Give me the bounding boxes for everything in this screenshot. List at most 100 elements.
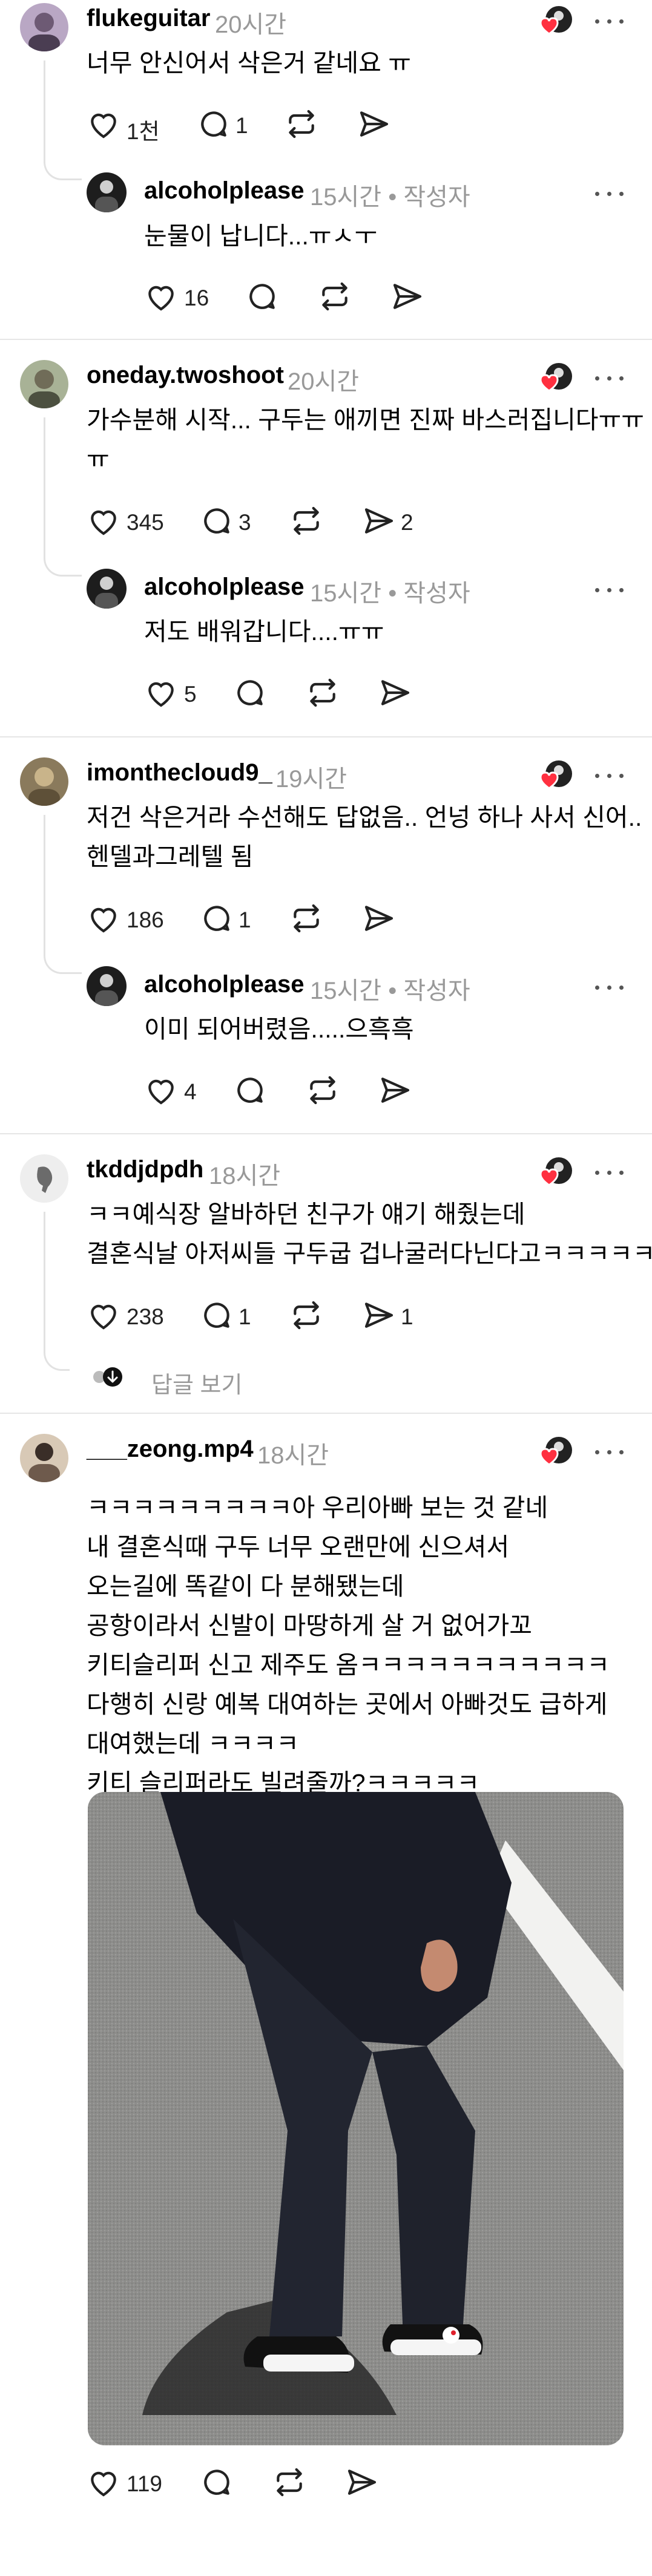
send-icon — [364, 1303, 394, 1328]
avatar[interactable] — [20, 757, 68, 806]
photo-image — [88, 1792, 624, 2445]
send-icon — [360, 111, 389, 137]
repost-button[interactable] — [289, 504, 326, 540]
divider — [0, 339, 652, 340]
reply-button[interactable]: 3 — [200, 504, 257, 540]
like-count: 16 — [184, 286, 209, 310]
repost-button[interactable] — [289, 1298, 326, 1335]
view-replies-label: 답글 보기 — [151, 1373, 243, 1398]
send-icon — [381, 1077, 410, 1103]
more-options-icon[interactable] — [592, 770, 628, 782]
username[interactable]: imonthecloud9_ — [87, 759, 272, 786]
reply-button[interactable] — [233, 1073, 269, 1110]
reply-button[interactable]: 1 — [197, 107, 251, 143]
avatar[interactable] — [20, 1434, 68, 1482]
more-options-icon[interactable] — [592, 372, 628, 384]
like-button[interactable]: 5 — [144, 676, 211, 712]
share-button[interactable] — [390, 280, 427, 316]
avatar[interactable] — [20, 3, 68, 51]
like-button[interactable]: 345 — [87, 504, 171, 540]
more-options-icon[interactable] — [592, 584, 628, 596]
avatar[interactable] — [20, 1154, 68, 1203]
more-options-icon[interactable] — [592, 1446, 628, 1458]
timestamp: 20시간 — [215, 11, 287, 38]
more-options-icon[interactable] — [592, 1166, 628, 1178]
reply-username[interactable]: alcoholplease — [144, 574, 305, 601]
reply-username[interactable]: alcoholplease — [144, 971, 305, 998]
send-icon — [364, 508, 394, 534]
like-button[interactable]: 186 — [87, 901, 171, 938]
reply-avatar[interactable] — [87, 966, 127, 1006]
author-liked-badge — [536, 1154, 576, 1190]
reply-avatar[interactable] — [87, 569, 127, 609]
repost-icon — [294, 1301, 319, 1330]
share-button[interactable] — [362, 901, 398, 938]
repost-button[interactable] — [272, 2465, 309, 2502]
username[interactable]: flukeguitar — [87, 5, 210, 32]
like-button[interactable]: 1천 — [87, 107, 160, 144]
comment-icon — [204, 906, 229, 931]
username[interactable]: ___zeong.mp4 — [87, 1436, 254, 1463]
repost-icon — [289, 110, 314, 139]
heart-icon — [148, 1079, 174, 1105]
reply-username[interactable]: alcoholplease — [144, 177, 305, 204]
share-button[interactable]: 2 — [362, 504, 423, 540]
send-icon — [347, 2470, 377, 2495]
share-button[interactable] — [357, 107, 394, 143]
like-button[interactable]: 238 — [87, 1298, 171, 1335]
reply-button[interactable]: 1 — [200, 901, 257, 938]
send-icon — [364, 906, 394, 931]
repost-icon — [294, 506, 319, 535]
share-button[interactable] — [378, 676, 415, 712]
attached-photo[interactable] — [88, 1792, 624, 2445]
reply-count: 3 — [239, 510, 251, 535]
heart-icon — [148, 286, 174, 311]
repost-button[interactable] — [289, 901, 326, 938]
reply-button[interactable] — [245, 280, 282, 316]
comment-text-line: 저건 삭은거라 수선해도 답없음.. 언넝 하나 사서 신어.. — [87, 803, 642, 831]
like-count: 119 — [127, 2471, 162, 2496]
like-count: 5 — [184, 682, 197, 707]
like-count: 4 — [184, 1079, 197, 1104]
thread-line — [44, 815, 45, 945]
comment-icon — [204, 508, 229, 534]
divider — [0, 1413, 652, 1414]
repost-button[interactable] — [318, 280, 354, 316]
comment-icon — [201, 111, 226, 137]
like-button[interactable]: 119 — [87, 2465, 171, 2502]
like-button[interactable]: 16 — [144, 280, 211, 316]
avatar[interactable] — [20, 360, 68, 408]
like-count: 186 — [127, 907, 164, 932]
reply-button[interactable] — [200, 2465, 236, 2502]
comment-text-line: 가수분해 시작... 구두는 애끼면 진짜 바스러집니다ㅠㅠ — [87, 406, 644, 434]
reply-button[interactable] — [233, 676, 269, 712]
comment-icon — [249, 284, 275, 309]
more-options-icon[interactable] — [592, 981, 628, 993]
repost-button[interactable] — [285, 107, 321, 143]
comment-icon — [237, 1077, 263, 1103]
more-options-icon[interactable] — [592, 15, 628, 27]
reply-avatar[interactable] — [87, 172, 127, 212]
like-button[interactable]: 4 — [144, 1073, 211, 1110]
comment-text-line: 다행히 신랑 예복 대여하는 곳에서 아빠것도 급하게 — [87, 1690, 608, 1718]
share-button[interactable] — [345, 2465, 381, 2502]
share-count: 1 — [401, 1304, 413, 1329]
thread-connector — [44, 1339, 70, 1371]
view-replies-button[interactable]: 답글 보기 — [91, 1360, 272, 1398]
more-options-icon[interactable] — [592, 188, 628, 200]
divider — [0, 736, 652, 737]
like-count: 345 — [127, 510, 164, 535]
reply-button[interactable]: 1 — [200, 1298, 257, 1335]
reply-text-line: 눈물이 납니다...ㅠㅅㅜ — [144, 222, 378, 250]
reply-text-line: 저도 배워갑니다....ㅠㅠ — [144, 618, 384, 646]
username[interactable]: oneday.twoshoot — [87, 362, 284, 389]
thread-connector — [44, 942, 82, 974]
share-button[interactable] — [378, 1073, 415, 1110]
like-count: 238 — [127, 1304, 164, 1329]
repost-icon — [310, 678, 335, 707]
comment-text-line: 대여했는데 ㅋㅋㅋㅋ — [87, 1730, 299, 1757]
username[interactable]: tkddjdpdh — [87, 1156, 203, 1183]
repost-button[interactable] — [306, 1073, 342, 1110]
share-button[interactable]: 1 — [362, 1298, 423, 1335]
repost-button[interactable] — [306, 676, 342, 712]
